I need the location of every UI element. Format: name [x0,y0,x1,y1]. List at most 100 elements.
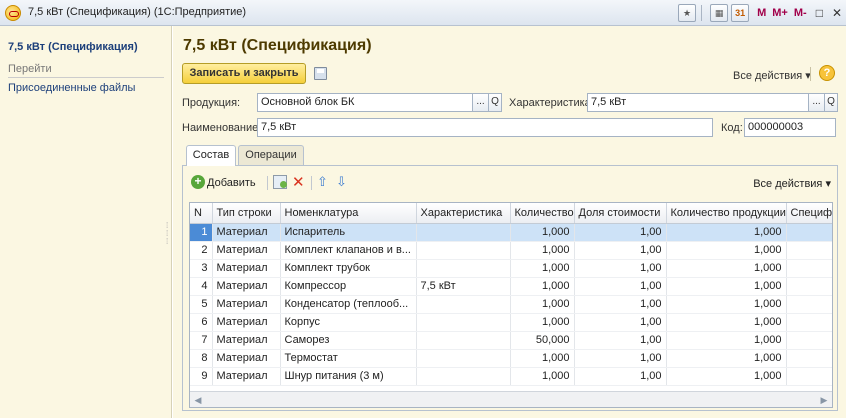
column-header-item[interactable]: Номенклатура [280,203,417,224]
help-icon[interactable]: ? [819,65,835,81]
cell-row-number[interactable]: 2 [190,241,213,260]
cell-item-name[interactable]: Корпус [280,313,417,332]
cell-quantity[interactable]: 1,000 [510,259,575,278]
add-icon[interactable]: + [191,175,205,189]
cell-product-quantity[interactable]: 1,000 [666,295,787,314]
cell-row-number[interactable]: 5 [190,295,213,314]
cell-specification[interactable] [786,367,832,386]
cell-specification[interactable] [786,313,832,332]
add-button[interactable]: Добавить [207,177,256,189]
cell-row-number[interactable]: 8 [190,349,213,368]
cell-characteristic[interactable] [416,223,511,242]
cell-row-type[interactable]: Материал [212,241,281,260]
cell-specification[interactable] [786,223,832,242]
cell-specification[interactable] [786,349,832,368]
cell-row-number[interactable]: 6 [190,313,213,332]
cell-item-name[interactable]: Конденсатор (теплооб... [280,295,417,314]
scroll-right-icon[interactable]: ▶ [818,394,830,406]
cell-cost-share[interactable]: 1,00 [574,241,667,260]
cell-row-number[interactable]: 9 [190,367,213,386]
table-row[interactable]: 8 Материал Термостат 1,000 1,00 1,000 [190,349,832,368]
cell-row-number[interactable]: 7 [190,331,213,350]
scroll-left-icon[interactable]: ◀ [192,394,204,406]
cell-product-quantity[interactable]: 1,000 [666,259,787,278]
cell-cost-share[interactable]: 1,00 [574,367,667,386]
product-select-button[interactable]: ... [472,93,489,112]
table-row[interactable]: 7 Материал Саморез 50,000 1,00 1,000 [190,331,832,350]
cell-product-quantity[interactable]: 1,000 [666,277,787,296]
characteristic-field[interactable]: 7,5 кВт [587,93,809,112]
table-row[interactable]: 2 Материал Комплект клапанов и в... 1,000 1,… [190,241,832,260]
save-and-close-button[interactable]: Записать и закрыть [182,63,306,84]
cell-characteristic[interactable] [416,259,511,278]
close-window-icon[interactable]: ✕ [832,6,842,20]
cell-quantity[interactable]: 1,000 [510,241,575,260]
favorites-icon[interactable]: ★ [678,4,697,22]
cell-item-name[interactable]: Компрессор [280,277,417,296]
characteristic-open-icon[interactable]: Q [824,93,838,112]
composition-table[interactable]: N Тип строки Номенклатура Характеристика… [189,202,833,408]
move-up-icon[interactable]: ⇧ [317,174,328,190]
cell-row-type[interactable]: Материал [212,313,281,332]
cell-product-quantity[interactable]: 1,000 [666,349,787,368]
table-all-actions-menu[interactable]: Все действия ▾ [753,177,831,190]
cell-product-quantity[interactable]: 1,000 [666,367,787,386]
cell-cost-share[interactable]: 1,00 [574,295,667,314]
cell-row-number[interactable]: 4 [190,277,213,296]
product-open-icon[interactable]: Q [488,93,502,112]
cell-specification[interactable] [786,331,832,350]
cell-row-type[interactable]: Материал [212,277,281,296]
cell-item-name[interactable]: Термостат [280,349,417,368]
table-row[interactable]: 4 Материал Компрессор 7,5 кВт 1,000 1,00 1,000 [190,277,832,296]
cell-characteristic[interactable] [416,295,511,314]
cell-characteristic[interactable]: 7,5 кВт [416,277,511,296]
name-field[interactable]: 7,5 кВт [257,118,713,137]
cell-cost-share[interactable]: 1,00 [574,277,667,296]
delete-row-icon[interactable]: ✕ [292,173,305,191]
cell-cost-share[interactable]: 1,00 [574,223,667,242]
calendar-icon[interactable]: 31 [731,4,750,22]
copy-row-icon[interactable] [273,175,287,189]
cell-characteristic[interactable] [416,367,511,386]
app-logo-icon[interactable] [5,5,21,21]
cell-characteristic[interactable] [416,349,511,368]
cell-item-name[interactable]: Шнур питания (3 м) [280,367,417,386]
cell-row-type[interactable]: Материал [212,259,281,278]
cell-specification[interactable] [786,241,832,260]
table-row[interactable]: 3 Материал Комплект трубок 1,000 1,00 1,000 [190,259,832,278]
column-header-product-quantity[interactable]: Количество продукции [666,203,787,224]
cell-item-name[interactable]: Комплект клапанов и в... [280,241,417,260]
cell-cost-share[interactable]: 1,00 [574,349,667,368]
table-row[interactable]: 5 Материал Конденсатор (теплооб... 1,000 1,0… [190,295,832,314]
all-actions-menu[interactable]: Все действия ▾ [733,69,811,82]
cell-product-quantity[interactable]: 1,000 [666,241,787,260]
cell-row-type[interactable]: Материал [212,367,281,386]
cell-cost-share[interactable]: 1,00 [574,331,667,350]
cell-characteristic[interactable] [416,313,511,332]
nav-link-attached-files[interactable]: Присоединенные файлы [8,82,135,94]
cell-quantity[interactable]: 1,000 [510,295,575,314]
cell-item-name[interactable]: Саморез [280,331,417,350]
column-header-row-type[interactable]: Тип строки [212,203,281,224]
cell-item-name[interactable]: Комплект трубок [280,259,417,278]
nav-panel-title[interactable]: 7,5 кВт (Спецификация) [8,41,138,53]
cell-product-quantity[interactable]: 1,000 [666,331,787,350]
table-row[interactable]: 9 Материал Шнур питания (3 м) 1,000 1,00 1,00… [190,367,832,386]
scrollbar-thumb[interactable] [204,394,815,405]
cell-characteristic[interactable] [416,331,511,350]
column-header-specification[interactable]: Специфи [786,203,832,224]
cell-row-type[interactable]: Материал [212,349,281,368]
cell-quantity[interactable]: 1,000 [510,277,575,296]
calculator-icon[interactable]: ▦ [710,4,729,22]
tab-operations[interactable]: Операции [238,145,304,165]
cell-row-number[interactable]: 3 [190,259,213,278]
horizontal-scrollbar[interactable]: ◀ ▶ [190,391,832,407]
move-down-icon[interactable]: ⇩ [336,174,347,190]
column-header-characteristic[interactable]: Характеристика [416,203,511,224]
cell-specification[interactable] [786,259,832,278]
cell-characteristic[interactable] [416,241,511,260]
code-field[interactable]: 000000003 [744,118,836,137]
cell-cost-share[interactable]: 1,00 [574,259,667,278]
cell-row-number[interactable]: 1 [190,223,213,242]
cell-quantity[interactable]: 1,000 [510,349,575,368]
